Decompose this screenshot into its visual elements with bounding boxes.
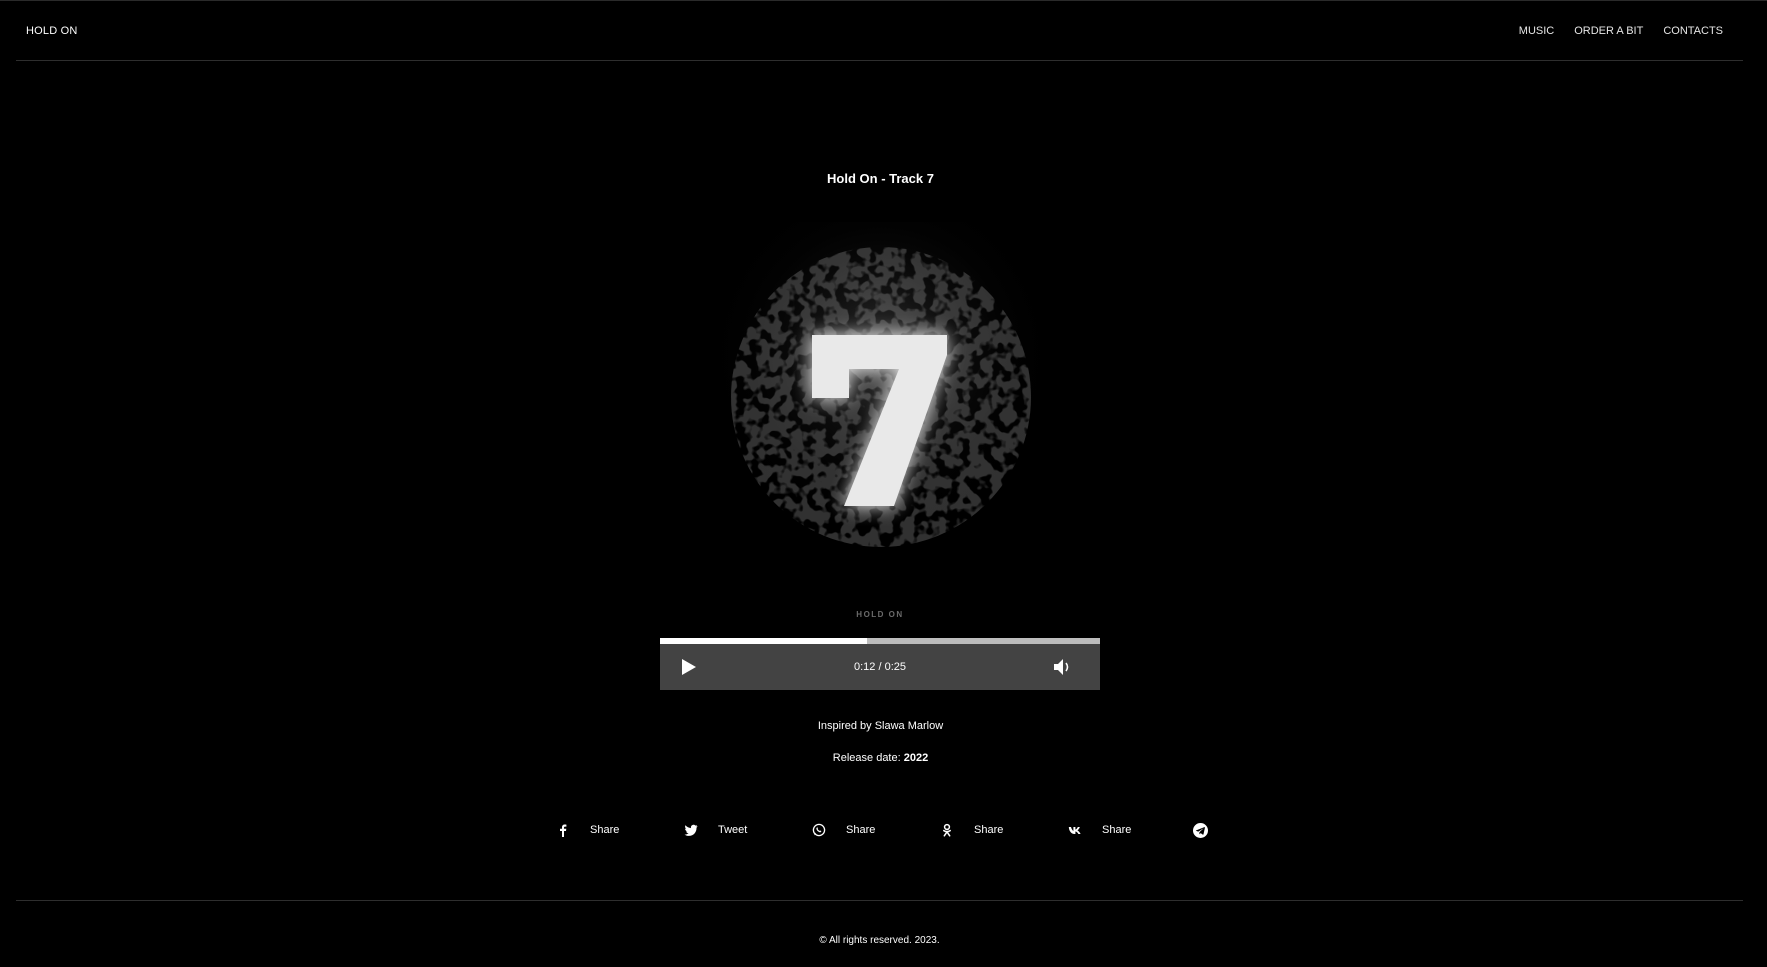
twitter-icon — [684, 824, 698, 836]
track-title: Hold On - Track 7 — [827, 171, 934, 186]
whatsapp-icon — [812, 823, 826, 837]
progress-fill — [660, 638, 867, 644]
time-display: 0:12 / 0:25 — [660, 661, 1100, 673]
time-separator: / — [878, 661, 882, 673]
share-odnoklassniki-label: Share — [974, 824, 1004, 836]
share-whatsapp[interactable]: Share — [812, 823, 875, 837]
release-date: Release date: 2022 — [0, 752, 1761, 764]
time-total: 0:25 — [884, 661, 907, 673]
vk-icon — [1068, 827, 1081, 834]
site-logo[interactable]: HOLD ON — [26, 25, 78, 37]
share-vk[interactable]: Share — [1068, 823, 1131, 837]
footer-divider — [16, 900, 1743, 901]
progress-bar[interactable] — [660, 638, 1100, 644]
telegram-icon — [1193, 823, 1208, 838]
share-telegram[interactable] — [1193, 823, 1208, 838]
album-cover: HOLD ON — [681, 202, 1079, 622]
facebook-icon — [560, 824, 567, 837]
nav-contacts[interactable]: CONTACTS — [1663, 25, 1723, 37]
share-vk-label: Share — [1102, 824, 1132, 836]
share-bar: Share Tweet Share Share Share — [0, 823, 1767, 839]
main-nav: MUSIC ORDER A BIT CONTACTS — [1519, 25, 1723, 37]
share-facebook[interactable]: Share — [556, 823, 619, 837]
share-facebook-label: Share — [590, 824, 620, 836]
share-twitter-label: Tweet — [718, 824, 748, 836]
time-current: 0:12 — [853, 661, 876, 673]
volume-icon — [1054, 659, 1069, 675]
footer-copyright: © All rights reserved. 2023. — [819, 935, 940, 946]
release-year: 2022 — [903, 752, 929, 764]
cover-art-image: HOLD ON — [681, 202, 1079, 622]
nav-music[interactable]: MUSIC — [1519, 25, 1554, 37]
share-twitter[interactable]: Tweet — [684, 823, 747, 837]
site-header: HOLD ON MUSIC ORDER A BIT CONTACTS — [16, 1, 1743, 61]
odnoklassniki-icon — [943, 823, 951, 837]
inspired-by-text: Inspired by Slawa Marlow — [817, 720, 944, 732]
volume-button[interactable] — [1052, 657, 1074, 677]
share-odnoklassniki[interactable]: Share — [940, 823, 1003, 837]
cover-caption: HOLD ON — [856, 610, 903, 619]
nav-order-a-bit[interactable]: ORDER A BIT — [1574, 25, 1643, 37]
audio-player: 0:12 / 0:25 — [660, 638, 1100, 690]
share-whatsapp-label: Share — [846, 824, 876, 836]
release-label: Release date: — [832, 752, 901, 764]
